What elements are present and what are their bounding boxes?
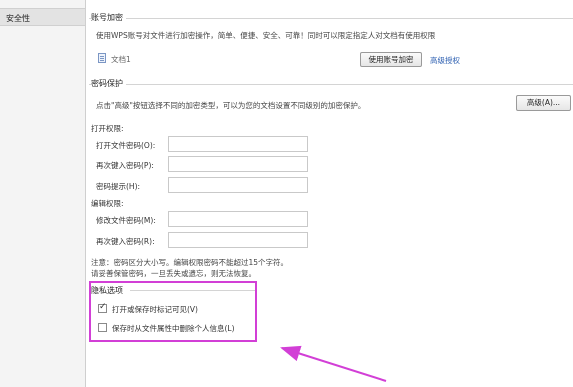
- annotation-arrow: [280, 345, 387, 382]
